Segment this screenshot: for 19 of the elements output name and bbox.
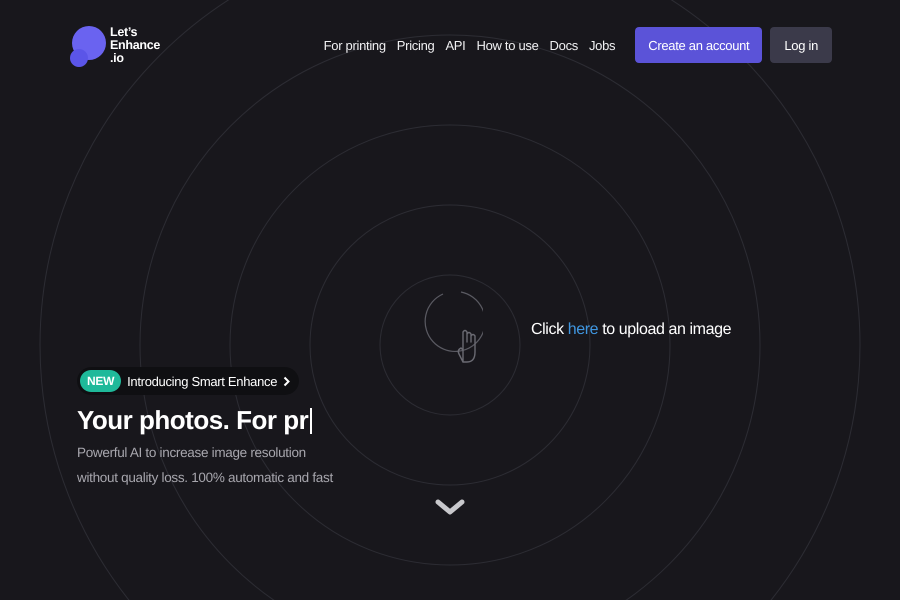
nav-link[interactable]: Jobs xyxy=(588,38,616,52)
nav-link[interactable]: For printing xyxy=(324,38,386,52)
announcement-pill[interactable]: NEW Introducing Smart Enhance xyxy=(77,367,300,395)
login-button[interactable]: Log in xyxy=(770,27,832,63)
logo-text[interactable]: Let’s Enhance .io xyxy=(110,26,160,64)
nav-link[interactable]: Pricing xyxy=(396,38,434,52)
hero-description: Powerful AI to increase image resolution without quality loss. 100% automatic and fast xyxy=(77,444,333,487)
create-account-button[interactable]: Create an account xyxy=(635,27,762,63)
nav-link[interactable]: API xyxy=(445,38,466,52)
chevron-right-icon xyxy=(283,376,290,386)
nav-link[interactable]: How to use xyxy=(476,38,539,52)
announcement-text: Introducing Smart Enhance xyxy=(127,374,278,388)
nav-link[interactable]: Docs xyxy=(550,38,578,52)
text-cursor xyxy=(310,408,312,434)
upload-link[interactable]: here xyxy=(568,321,598,338)
chevron-down-icon[interactable] xyxy=(434,498,466,516)
hero-heading: Your photos. For pr xyxy=(77,405,308,436)
upload-prompt: Click here to upload an image xyxy=(531,321,732,339)
new-badge: NEW xyxy=(80,370,122,392)
